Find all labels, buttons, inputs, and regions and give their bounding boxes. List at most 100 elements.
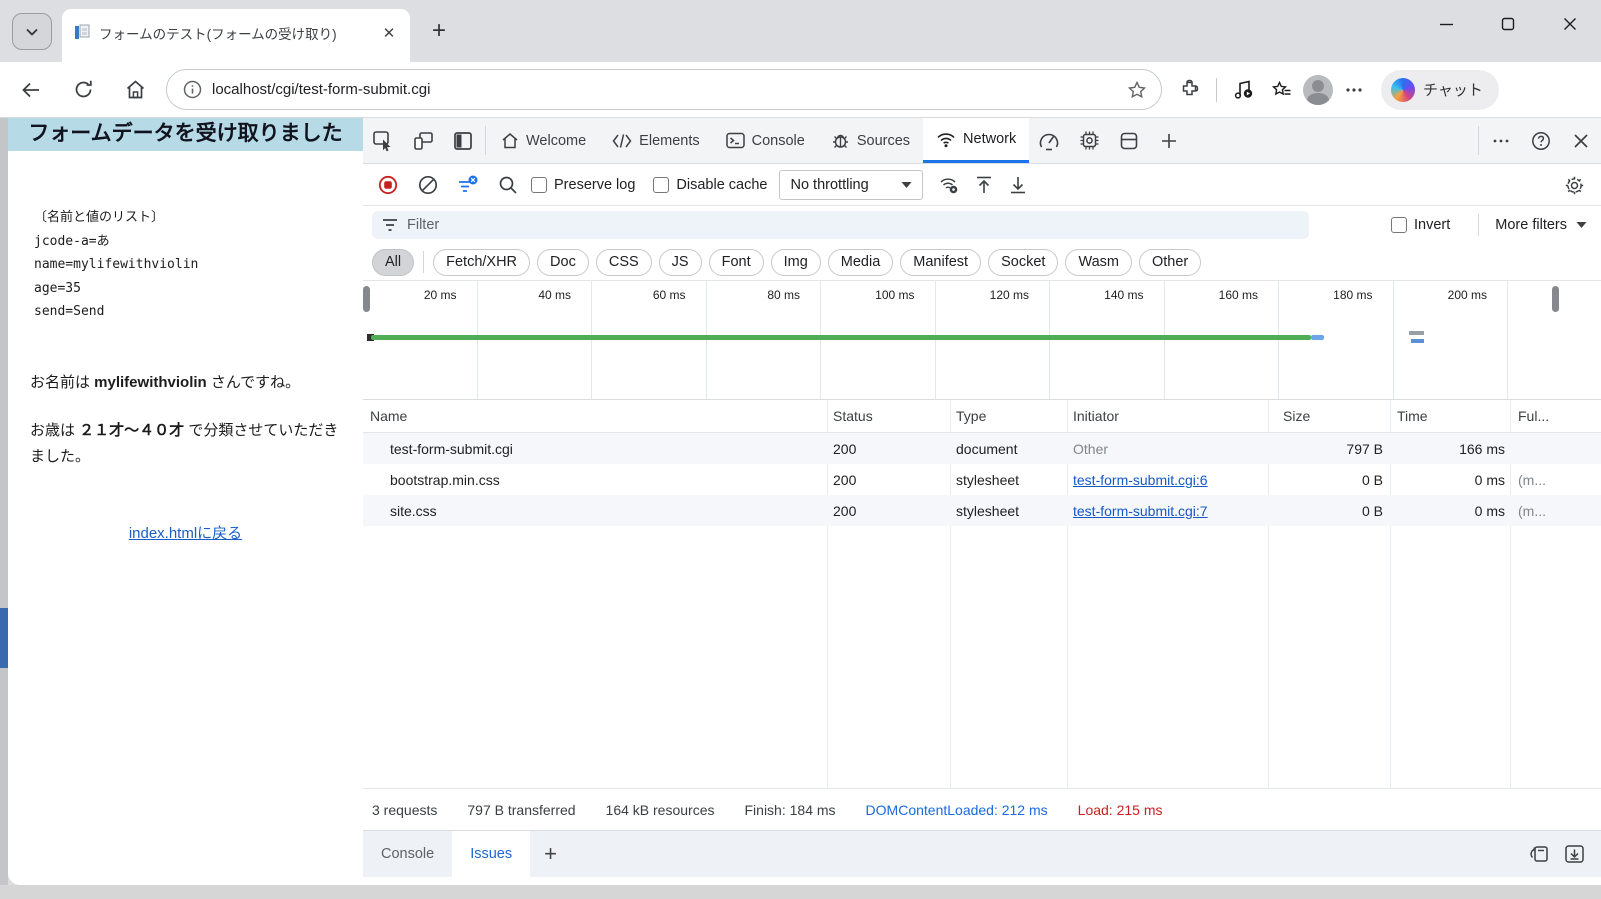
tab-sources[interactable]: Sources	[818, 118, 923, 163]
tab-title: フォームのテスト(フォームの受け取り)	[99, 26, 337, 42]
import-har-icon[interactable]	[967, 170, 1001, 200]
column-header-ful[interactable]: Ful...	[1510, 400, 1601, 432]
application-icon[interactable]	[1109, 118, 1149, 163]
summary-797-b-transferred: 797 B transferred	[467, 801, 576, 818]
media-control-icon[interactable]	[1227, 73, 1261, 107]
clear-network-log-icon[interactable]	[411, 170, 445, 200]
performance-icon[interactable]	[1029, 118, 1069, 163]
filter-chip-all[interactable]: All	[372, 248, 415, 276]
network-conditions-icon[interactable]	[933, 170, 967, 200]
drawer-tab-issues[interactable]: Issues	[452, 831, 531, 877]
new-tab-button[interactable]: +	[424, 16, 454, 46]
cell-initiator[interactable]: test-form-submit.cgi:7	[1067, 495, 1268, 526]
summary-load-215-ms: Load: 215 ms	[1077, 801, 1163, 818]
disable-cache-checkbox[interactable]: Disable cache	[653, 176, 767, 193]
column-header-time[interactable]: Time	[1390, 400, 1510, 432]
drawer-tab-console[interactable]: Console	[363, 831, 452, 877]
devtools-panel: Welcome Elements Console Sources Network	[363, 118, 1601, 885]
tab-console[interactable]: Console	[713, 118, 818, 163]
tab-welcome[interactable]: Welcome	[488, 118, 599, 163]
drawer-add-tab-button[interactable]: +	[530, 831, 571, 877]
summary-3-requests: 3 requests	[372, 801, 438, 818]
preserve-log-checkbox-box[interactable]	[531, 176, 547, 193]
filter-chip-doc[interactable]: Doc	[537, 248, 589, 276]
throttling-select[interactable]: No throttling	[779, 169, 924, 200]
filter-chip-fetch-xhr[interactable]: Fetch/XHR	[433, 248, 531, 276]
more-filters-button[interactable]: More filters	[1495, 217, 1587, 233]
filter-chip-media[interactable]: Media	[827, 248, 894, 276]
close-window-button[interactable]	[1539, 0, 1601, 48]
filter-input[interactable]: Filter	[372, 211, 1309, 239]
filter-chip-manifest[interactable]: Manifest	[900, 248, 982, 276]
column-header-initiator[interactable]: Initiator	[1067, 400, 1268, 432]
devtools-help-icon[interactable]	[1521, 118, 1561, 163]
column-header-status[interactable]: Status	[827, 400, 950, 432]
invert-checkbox[interactable]: Invert	[1391, 217, 1450, 233]
network-overview-timeline[interactable]: 20 ms 40 ms 60 ms 80 ms 100 ms 120 ms 140 ms 16…	[363, 281, 1601, 400]
invert-checkbox-box[interactable]	[1391, 217, 1408, 233]
copilot-chat-button[interactable]: チャット	[1381, 69, 1499, 110]
export-har-icon[interactable]	[1001, 170, 1035, 200]
filter-chip-font[interactable]: Font	[708, 248, 764, 276]
preserve-log-checkbox[interactable]: Preserve log	[531, 176, 635, 193]
profile-avatar[interactable]	[1303, 74, 1333, 105]
filter-chip-wasm[interactable]: Wasm	[1065, 248, 1132, 276]
filter-chip-js[interactable]: JS	[658, 248, 702, 276]
device-emulation-icon[interactable]	[403, 118, 443, 163]
tab-network[interactable]: Network	[923, 118, 1030, 163]
favorites-list-icon[interactable]	[1265, 73, 1299, 107]
more-options-icon[interactable]	[1337, 73, 1371, 107]
tab-close-icon[interactable]: ✕	[378, 22, 400, 44]
url-bar[interactable]: localhost/cgi/test-form-submit.cgi	[166, 69, 1162, 110]
filter-chip-css[interactable]: CSS	[595, 248, 652, 276]
select-caret-icon	[901, 181, 912, 189]
minimize-button[interactable]	[1415, 0, 1477, 48]
disable-cache-checkbox-box[interactable]	[653, 176, 670, 193]
network-settings-gear-icon[interactable]	[1557, 170, 1591, 200]
inspect-element-icon[interactable]	[363, 118, 403, 163]
form-values-title: 〔名前と値のリスト〕	[34, 210, 165, 225]
cell-initiator: Other	[1073, 440, 1109, 457]
drawer-expand-icon[interactable]	[1564, 844, 1585, 864]
dock-side-icon[interactable]	[443, 118, 483, 163]
more-tabs-icon[interactable]	[1149, 118, 1189, 163]
extensions-icon[interactable]	[1172, 73, 1206, 107]
filter-chip-other[interactable]: Other	[1138, 248, 1202, 276]
filter-row: Filter Invert More filters	[363, 206, 1601, 244]
drawer-layout-icon[interactable]	[1528, 844, 1550, 864]
back-button[interactable]	[14, 73, 48, 107]
site-info-icon[interactable]	[183, 80, 202, 99]
hide-filter-bar-icon[interactable]	[451, 170, 485, 200]
bug-icon	[831, 131, 850, 150]
network-toolbar: Preserve log Disable cache No throttling	[363, 164, 1601, 206]
favorite-star-icon[interactable]	[1127, 80, 1147, 100]
tab-elements[interactable]: Elements	[599, 118, 712, 163]
filter-chip-img[interactable]: Img	[770, 248, 821, 276]
refresh-button[interactable]	[66, 73, 100, 107]
devtools-close-icon[interactable]	[1561, 118, 1601, 163]
column-header-type[interactable]: Type	[950, 400, 1067, 432]
table-row[interactable]: test-form-submit.cgi 200 document Other 797 …	[363, 433, 1601, 464]
record-network-log-icon[interactable]	[371, 170, 405, 200]
table-row[interactable]: site.css 200 stylesheet test-form-submit.cg…	[363, 495, 1601, 526]
toolbar-divider	[1216, 77, 1217, 102]
welcome-home-icon	[501, 132, 519, 150]
browser-tab[interactable]: フォームのテスト(フォームの受け取り) ✕	[62, 9, 410, 62]
maximize-button[interactable]	[1477, 0, 1539, 48]
timeline-left-handle[interactable]	[363, 286, 370, 312]
search-network-icon[interactable]	[491, 170, 525, 200]
tab-search-chevron-button[interactable]	[12, 13, 52, 50]
table-row[interactable]: bootstrap.min.css 200 stylesheet test-form-…	[363, 464, 1601, 495]
cell-initiator[interactable]: test-form-submit.cgi:6	[1067, 464, 1268, 495]
devtools-more-icon[interactable]	[1481, 118, 1521, 163]
memory-chip-icon[interactable]	[1069, 118, 1109, 163]
back-to-index-link[interactable]: index.htmlに戻る	[129, 525, 242, 542]
cell-status: 200	[833, 440, 857, 457]
filter-row-divider	[1478, 214, 1480, 236]
filter-chip-socket[interactable]: Socket	[988, 248, 1059, 276]
url-text[interactable]: localhost/cgi/test-form-submit.cgi	[212, 81, 1117, 98]
home-button[interactable]	[118, 73, 152, 107]
column-header-name[interactable]: Name	[363, 400, 827, 432]
column-header-size[interactable]: Size	[1268, 400, 1390, 432]
timeline-right-handle[interactable]	[1552, 286, 1559, 312]
